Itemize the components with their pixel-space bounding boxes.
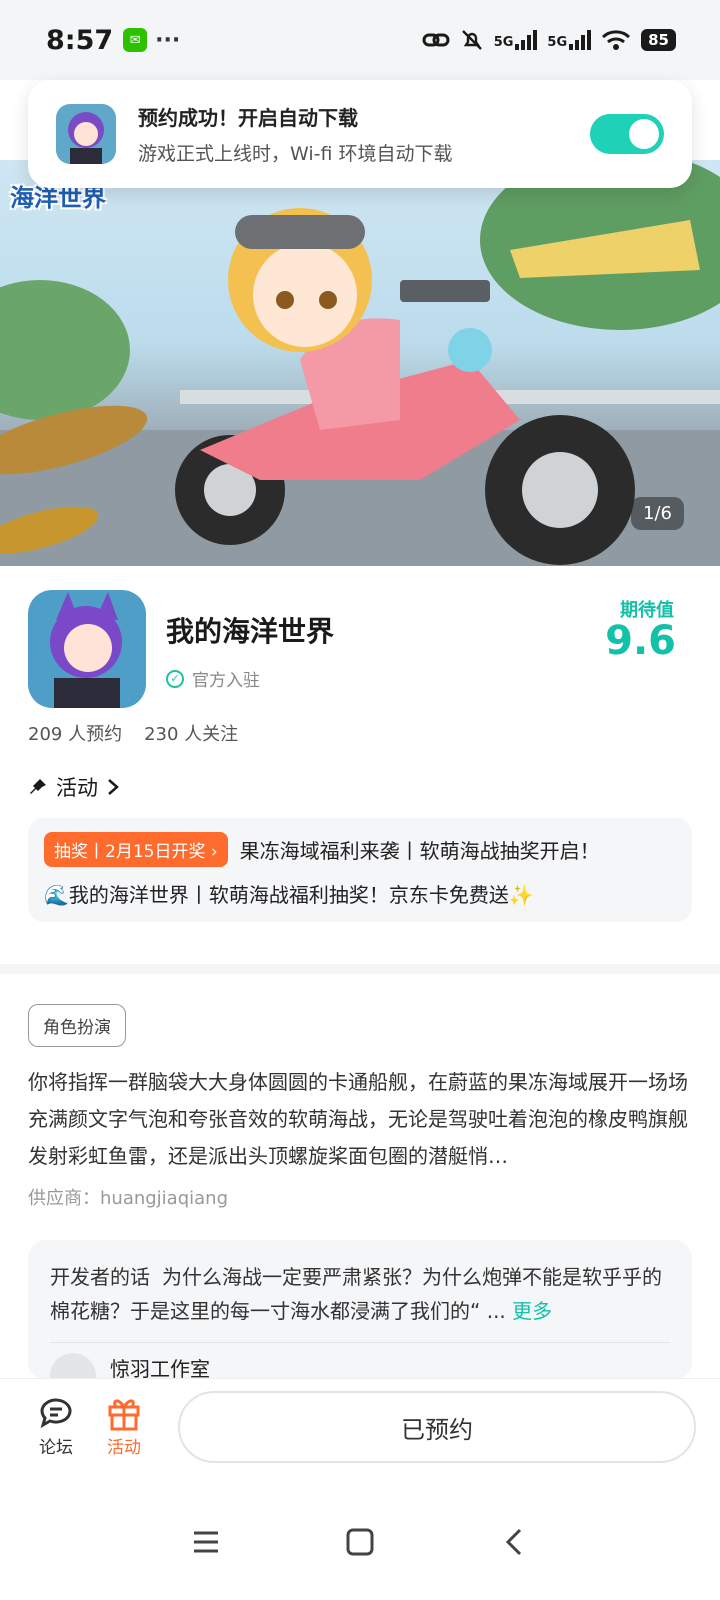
reservation-count: 209 人预约 <box>28 724 123 745</box>
back-nav-button[interactable] <box>492 1520 536 1564</box>
gift-icon <box>108 1399 140 1431</box>
developer-avatar <box>50 1353 96 1380</box>
toggle-knob <box>629 119 659 149</box>
forum-tab[interactable]: 论坛 <box>26 1393 86 1458</box>
genre-tag[interactable]: 角色扮演 <box>28 1004 126 1047</box>
toast-title: 预约成功！开启自动下载 <box>138 106 358 130</box>
menu-icon <box>194 1531 218 1553</box>
back-arrow-icon <box>505 1528 522 1556</box>
activity-label: 活动 <box>107 1438 141 1458</box>
toast-app-icon <box>56 104 116 164</box>
clock: 8:57 <box>46 24 114 56</box>
forum-icon <box>40 1398 72 1429</box>
activity-card[interactable]: 抽奖丨2月15日开奖 › 果冻海域福利来袭丨软萌海战抽奖开启！ 🌊我的海洋世界丨… <box>28 818 692 922</box>
section-divider <box>0 964 720 974</box>
screenshot-carousel[interactable]: 海洋世界 1/6 <box>0 160 720 566</box>
developer-note-label: 开发者的话 <box>50 1265 150 1289</box>
more-link[interactable]: 更多 <box>512 1299 552 1323</box>
official-badge: ✓ 官方入驻 <box>166 666 260 691</box>
developer-note-card[interactable]: 开发者的话 为什么海战一定要严肃紧张？为什么炮弹不能是软乎乎的棉花糖？于是这里的每… <box>28 1240 692 1380</box>
carousel-counter: 1/6 <box>631 497 684 530</box>
app-name: 我的海洋世界 <box>166 615 335 648</box>
developer-divider <box>50 1342 670 1343</box>
developer-name: 惊羽工作室 <box>110 1356 210 1381</box>
home-nav-button[interactable] <box>338 1520 382 1564</box>
more-notifications-icon: ··· <box>155 27 181 53</box>
toast-subtitle: 游戏正式上线时，Wi-fi 环境自动下载 <box>138 143 453 165</box>
activity-header[interactable]: 活动 <box>28 772 120 802</box>
expectation-score: 9.6 <box>605 618 676 664</box>
developer-author[interactable]: 惊羽工作室 <box>50 1353 670 1380</box>
forum-label: 论坛 <box>39 1438 73 1458</box>
activity-tab[interactable]: 活动 <box>94 1393 154 1458</box>
stats-row: 209 人预约 230 人关注 <box>28 720 238 746</box>
system-navigation-bar <box>0 1490 720 1600</box>
mute-bell-icon <box>461 30 482 50</box>
signal-icon-2: 5G <box>547 30 592 50</box>
reserved-button[interactable]: 已预约 <box>178 1391 696 1463</box>
chevron-right-icon <box>108 779 119 795</box>
developer-note: 开发者的话 为什么海战一定要严肃紧张？为什么炮弹不能是软乎乎的棉花糖？于是这里的每… <box>50 1260 670 1328</box>
activity-line-1: 果冻海域福利来袭丨软萌海战抽奖开启！ <box>239 839 600 863</box>
battery-indicator: 85 <box>641 29 676 51</box>
bottom-action-bar: 论坛 活动 已预约 <box>0 1378 720 1478</box>
game-artwork <box>0 160 720 566</box>
verified-icon: ✓ <box>166 669 184 688</box>
home-square-icon <box>346 1528 374 1556</box>
activity-line-2: 🌊我的海洋世界丨软萌海战福利抽奖！京东卡免费送✨ <box>44 883 534 907</box>
menu-nav-button[interactable] <box>184 1520 228 1564</box>
wifi-icon <box>602 30 631 50</box>
supplier-text: 供应商：huangjiaqiang <box>28 1188 229 1209</box>
wechat-icon: ✉ <box>123 28 148 52</box>
status-bar: 8:57 ✉ ··· 5G 5G 85 <box>0 0 720 80</box>
reservation-success-toast: 预约成功！开启自动下载 游戏正式上线时，Wi-fi 环境自动下载 <box>28 80 692 188</box>
follower-count: 230 人关注 <box>144 724 239 745</box>
signal-icon: 5G <box>494 30 538 50</box>
link-icon <box>422 33 450 47</box>
pin-icon <box>30 779 46 794</box>
app-icon <box>28 590 146 708</box>
auto-download-toggle[interactable] <box>590 114 664 154</box>
game-description[interactable]: 你将指挥一群脑袋大大身体圆圆的卡通船舰，在蔚蓝的果冻海域展开一场场充满颜文字气泡… <box>28 1064 692 1175</box>
lottery-badge: 抽奖丨2月15日开奖 › <box>44 832 228 867</box>
